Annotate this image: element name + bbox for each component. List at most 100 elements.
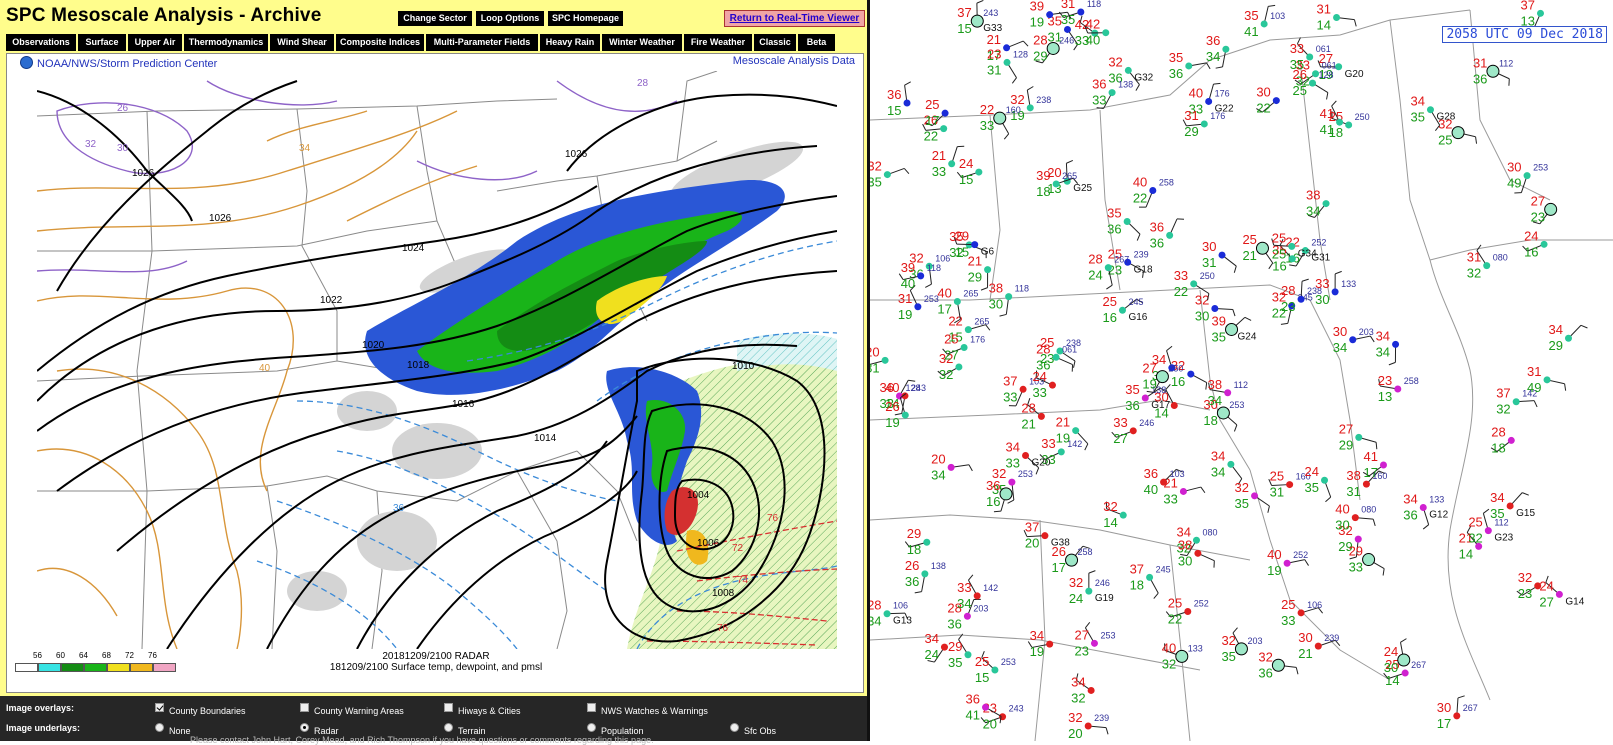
station-pressure: 267 bbox=[1411, 660, 1426, 670]
sky-cover-icon bbox=[1332, 288, 1339, 295]
sky-cover-icon bbox=[1226, 323, 1238, 335]
menu-beta[interactable]: Beta bbox=[798, 34, 835, 51]
county-boundaries-checkbox[interactable] bbox=[155, 703, 164, 712]
sky-cover-icon bbox=[1049, 382, 1056, 389]
station-dewpoint: 33 bbox=[1006, 455, 1020, 470]
station-temperature: 40 bbox=[1162, 640, 1176, 655]
menu-fire-weather[interactable]: Fire Weather bbox=[684, 34, 752, 51]
station-dewpoint: 20 bbox=[1025, 536, 1039, 551]
sky-cover-icon bbox=[1000, 488, 1012, 500]
station-model: 3541103 bbox=[1244, 5, 1285, 39]
station-model: 2527176 bbox=[943, 331, 986, 362]
station-dewpoint: 17 bbox=[925, 113, 939, 128]
station-dewpoint: 14 bbox=[1459, 546, 1473, 561]
station-temperature: 33 bbox=[1113, 415, 1127, 430]
isobar-label: 1018 bbox=[407, 360, 430, 371]
station-pressure: 103 bbox=[1170, 469, 1185, 479]
station-model: 2636138 bbox=[905, 558, 946, 593]
sky-cover-icon bbox=[1380, 462, 1387, 469]
station-pressure: 239 bbox=[1324, 633, 1339, 643]
menu-multi-parameter-fields[interactable]: Multi-Parameter Fields bbox=[426, 34, 538, 51]
sky-cover-icon bbox=[1487, 65, 1499, 77]
station-model: 3935G24 bbox=[1212, 313, 1257, 344]
underlay-terrain-radio[interactable] bbox=[444, 723, 453, 732]
station-dewpoint: 17 bbox=[1363, 465, 1377, 480]
station-model: 2933 bbox=[1349, 544, 1385, 576]
station-model: 3634 bbox=[1206, 33, 1230, 68]
station-dewpoint: 32 bbox=[1468, 531, 1482, 546]
county-boundaries-label: County Boundaries bbox=[169, 706, 246, 716]
station-plot-map: 3018253321632222452719G20251825021172215… bbox=[870, 0, 1613, 741]
sky-cover-icon bbox=[1349, 336, 1356, 343]
spc-homepage-button[interactable]: SPC Homepage bbox=[548, 11, 623, 26]
station-gust: G15 bbox=[1516, 508, 1535, 519]
station-model: 3235203 bbox=[1221, 628, 1262, 664]
hiways-cities-checkbox[interactable] bbox=[444, 703, 453, 712]
isobar-label: 1008 bbox=[712, 588, 735, 599]
change-sector-button[interactable]: Change Sector bbox=[398, 11, 472, 26]
station-dewpoint: 34 bbox=[957, 596, 971, 611]
menu-wind-shear[interactable]: Wind Shear bbox=[270, 34, 334, 51]
station-model: 3132080 bbox=[1467, 245, 1508, 281]
station-dewpoint: 29 bbox=[1184, 124, 1198, 139]
station-dewpoint: 40 bbox=[1086, 33, 1100, 48]
station-dewpoint: 34 bbox=[1208, 393, 1222, 408]
menu-thermodynamics[interactable]: Thermodynamics bbox=[184, 34, 268, 51]
county-warning-areas-checkbox[interactable] bbox=[300, 703, 309, 712]
station-dewpoint: 17 bbox=[1437, 716, 1451, 731]
menu-composite-indices[interactable]: Composite Indices bbox=[336, 34, 424, 51]
sky-cover-icon bbox=[1394, 386, 1401, 393]
station-temperature: 34 bbox=[1403, 492, 1417, 507]
station-gust: G12 bbox=[1429, 510, 1448, 521]
wind-barb-flag bbox=[1085, 444, 1088, 450]
station-temperature: 40 bbox=[1189, 85, 1203, 100]
nws-watches-warnings-checkbox[interactable] bbox=[587, 703, 596, 712]
menu-heavy-rain[interactable]: Heavy Rain bbox=[540, 34, 600, 51]
menu-surface[interactable]: Surface bbox=[78, 34, 126, 51]
station-dewpoint: 23 bbox=[1518, 586, 1532, 601]
station-dewpoint: 36 bbox=[1169, 66, 1183, 81]
wind-barb-flag bbox=[1327, 93, 1328, 100]
station-model: 2723 bbox=[1531, 193, 1557, 224]
station-pressure: 176 bbox=[1210, 111, 1225, 121]
station-dewpoint: 18 bbox=[1491, 440, 1505, 455]
station-pressure: 203 bbox=[1359, 327, 1374, 337]
sky-cover-icon bbox=[1109, 89, 1116, 96]
station-dewpoint: 16 bbox=[1524, 244, 1538, 259]
sky-cover-icon bbox=[1102, 29, 1109, 36]
underlay-radar-radio[interactable] bbox=[300, 723, 309, 732]
underlay-none-radio[interactable] bbox=[155, 723, 164, 732]
station-dewpoint: 41 bbox=[1320, 122, 1334, 137]
station-pressure: 252 bbox=[1293, 550, 1308, 560]
sky-cover-icon bbox=[1284, 560, 1291, 567]
menu-winter-weather[interactable]: Winter Weather bbox=[602, 34, 682, 51]
loop-options-button[interactable]: Loop Options bbox=[476, 11, 544, 26]
station-temperature: 25 bbox=[975, 654, 989, 669]
station-dewpoint: 24 bbox=[1069, 591, 1083, 606]
nws-watches-warnings-label: NWS Watches & Warnings bbox=[601, 706, 708, 716]
station-pressure: 080 bbox=[1202, 527, 1217, 537]
station-model: 3223 bbox=[1517, 570, 1541, 601]
underlay-population-radio[interactable] bbox=[587, 723, 596, 732]
sky-cover-icon bbox=[1053, 354, 1060, 361]
wind-barb-flag bbox=[1213, 83, 1220, 84]
station-temperature: 27 bbox=[1531, 193, 1545, 208]
isobar-label: 1016 bbox=[452, 399, 475, 410]
return-to-realtime-link[interactable]: Return to Real-Time Viewer bbox=[724, 10, 865, 27]
sky-cover-icon bbox=[1091, 640, 1098, 647]
isobar-label: 1014 bbox=[534, 433, 557, 444]
station-dewpoint: 13 bbox=[1378, 389, 1392, 404]
underlay-sfc-obs-radio[interactable] bbox=[730, 723, 739, 732]
station-dewpoint: 33 bbox=[932, 164, 946, 179]
menu-classic[interactable]: Classic bbox=[754, 34, 796, 51]
menu-upper-air[interactable]: Upper Air bbox=[128, 34, 182, 51]
sky-cover-icon bbox=[1508, 437, 1515, 444]
station-dewpoint: 35 bbox=[1221, 649, 1235, 664]
station-dewpoint: 35 bbox=[1410, 110, 1424, 125]
station-model: 4019252 bbox=[1267, 547, 1308, 578]
station-model: 2133 bbox=[1163, 475, 1205, 506]
menu-observations[interactable]: Observations bbox=[6, 34, 76, 51]
station-temperature: 27 bbox=[1074, 627, 1088, 642]
sky-cover-icon bbox=[1485, 527, 1492, 534]
contact-footnote: Please contact John Hart, Corey Mead, an… bbox=[190, 735, 654, 745]
